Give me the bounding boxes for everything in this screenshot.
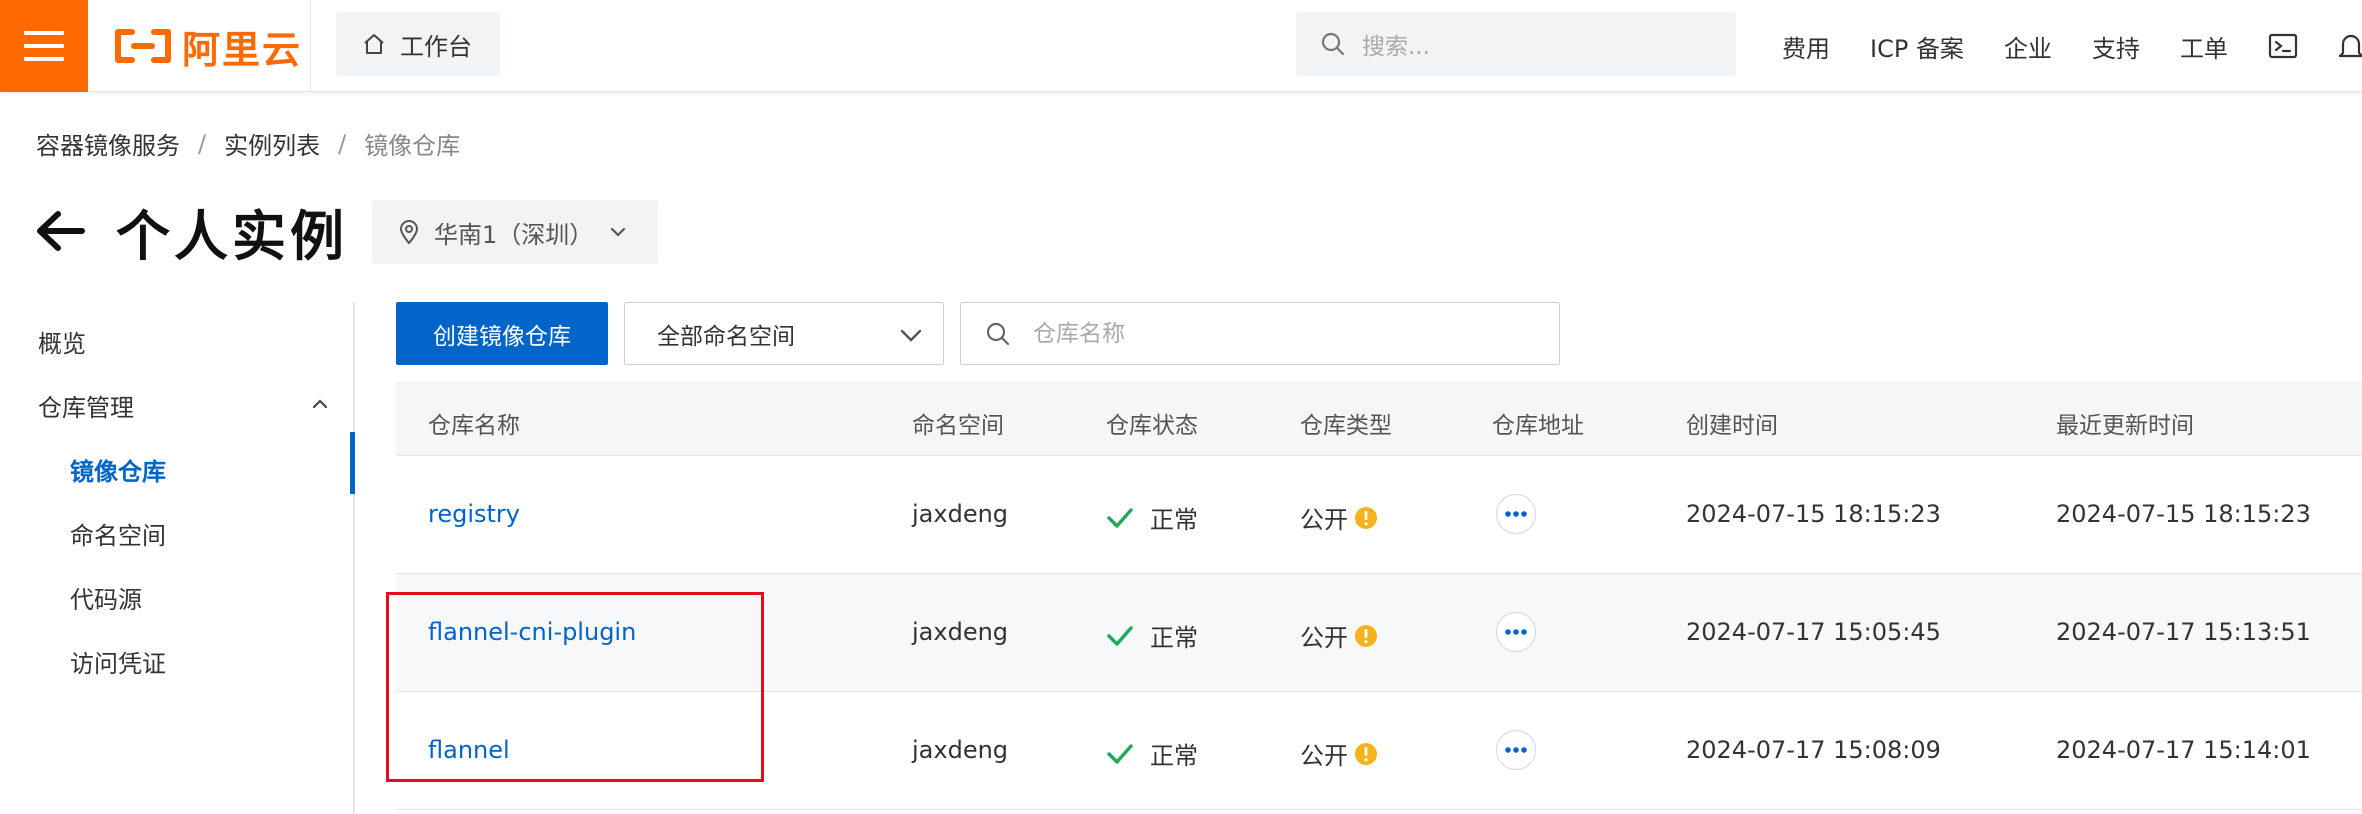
menu-icon[interactable] bbox=[0, 0, 88, 92]
header-divider bbox=[310, 0, 311, 92]
check-icon bbox=[1107, 743, 1133, 764]
workbench-button[interactable]: 工作台 bbox=[336, 12, 500, 76]
title-row: 个人实例 bbox=[34, 196, 348, 268]
sidebar-item-namespace[interactable]: 命名空间 bbox=[70, 516, 166, 551]
type-text: 公开 bbox=[1300, 624, 1348, 652]
repo-search-input[interactable] bbox=[1033, 320, 1513, 347]
breadcrumb: 容器镜像服务 / 实例列表 / 镜像仓库 bbox=[36, 126, 460, 161]
column-header-namespace: 命名空间 bbox=[912, 413, 1004, 439]
created-time-cell: 2024-07-15 18:15:23 bbox=[1686, 500, 1941, 528]
created-time-cell: 2024-07-17 15:08:09 bbox=[1686, 736, 1941, 764]
repo-name-link[interactable]: registry bbox=[428, 500, 520, 528]
warning-icon[interactable] bbox=[1354, 506, 1378, 530]
column-header-repo-name: 仓库名称 bbox=[428, 413, 520, 439]
region-selector[interactable]: 华南1（深圳） bbox=[372, 200, 658, 264]
more-dots-icon bbox=[1505, 747, 1527, 753]
check-icon bbox=[1107, 625, 1133, 646]
chevron-down-icon bbox=[900, 329, 922, 342]
type-text: 公开 bbox=[1300, 506, 1348, 534]
top-bar: 阿里云 工作台 搜索... 费用 ICP 备案 企业 支持 工单 bbox=[0, 0, 2362, 92]
more-options-button[interactable] bbox=[1496, 730, 1536, 770]
status-text: 正常 bbox=[1150, 742, 1198, 770]
column-header-address: 仓库地址 bbox=[1492, 413, 1584, 439]
logo[interactable]: 阿里云 bbox=[114, 20, 302, 72]
nav-ticket[interactable]: 工单 bbox=[2180, 29, 2228, 64]
status-text: 正常 bbox=[1150, 624, 1198, 652]
more-dots-icon bbox=[1505, 629, 1527, 635]
status-cell: 正常 bbox=[1106, 736, 1198, 771]
create-repo-button[interactable]: 创建镜像仓库 bbox=[396, 302, 608, 365]
type-cell: 公开 bbox=[1300, 500, 1378, 535]
global-search-input[interactable]: 搜索... bbox=[1296, 12, 1736, 76]
column-header-type: 仓库类型 bbox=[1300, 413, 1392, 439]
back-arrow-icon[interactable] bbox=[34, 209, 86, 253]
chevron-down-icon bbox=[611, 227, 626, 237]
namespace-cell: jaxdeng bbox=[912, 736, 1009, 764]
created-time-cell: 2024-07-17 15:05:45 bbox=[1686, 618, 1941, 646]
warning-icon[interactable] bbox=[1354, 624, 1378, 648]
table-header: 仓库名称 命名空间 仓库状态 仓库类型 仓库地址 创建时间 最近更新时间 bbox=[396, 382, 2362, 456]
column-header-updated: 最近更新时间 bbox=[2056, 413, 2194, 439]
sidebar-item-code-source[interactable]: 代码源 bbox=[70, 580, 142, 615]
repo-name-link[interactable]: flannel bbox=[428, 736, 510, 764]
nav-enterprise[interactable]: 企业 bbox=[2004, 29, 2052, 64]
global-search-placeholder: 搜索... bbox=[1362, 34, 1430, 60]
type-text: 公开 bbox=[1300, 742, 1348, 770]
search-icon bbox=[1321, 32, 1345, 56]
chevron-up-icon[interactable] bbox=[308, 392, 332, 416]
status-cell: 正常 bbox=[1106, 500, 1198, 535]
check-icon bbox=[1107, 507, 1133, 528]
bell-icon[interactable] bbox=[2338, 31, 2362, 61]
search-icon bbox=[986, 322, 1010, 345]
updated-time-cell: 2024-07-17 15:14:01 bbox=[2056, 736, 2311, 764]
sidebar-item-image-repo[interactable]: 镜像仓库 bbox=[70, 452, 166, 487]
more-dots-icon bbox=[1505, 511, 1527, 517]
home-icon bbox=[364, 34, 384, 54]
nav-icp[interactable]: ICP 备案 bbox=[1870, 29, 1964, 64]
table-row: flannel jaxdeng 正常 公开 2024-07-17 15:08:0… bbox=[396, 692, 2362, 810]
namespace-select-value: 全部命名空间 bbox=[657, 323, 795, 350]
warning-icon[interactable] bbox=[1354, 742, 1378, 766]
breadcrumb-separator: / bbox=[338, 129, 347, 158]
sidebar-divider bbox=[353, 302, 355, 814]
region-label: 华南1（深圳） bbox=[434, 220, 594, 249]
terminal-icon[interactable] bbox=[2268, 33, 2298, 59]
page-title: 个人实例 bbox=[116, 204, 348, 268]
updated-time-cell: 2024-07-17 15:13:51 bbox=[2056, 618, 2311, 646]
nav-support[interactable]: 支持 bbox=[2092, 29, 2140, 64]
column-header-status: 仓库状态 bbox=[1106, 413, 1198, 439]
more-options-button[interactable] bbox=[1496, 494, 1536, 534]
sidebar-item-overview[interactable]: 概览 bbox=[38, 324, 86, 359]
updated-time-cell: 2024-07-15 18:15:23 bbox=[2056, 500, 2311, 528]
status-text: 正常 bbox=[1150, 506, 1198, 534]
breadcrumb-item[interactable]: 实例列表 bbox=[224, 126, 320, 161]
top-nav: 费用 ICP 备案 企业 支持 工单 bbox=[1782, 0, 2362, 92]
logo-text: 阿里云 bbox=[182, 27, 303, 72]
table-row: flannel-cni-plugin jaxdeng 正常 公开 2024-07… bbox=[396, 574, 2362, 692]
table-row: registry jaxdeng 正常 公开 2024-07-15 18:15:… bbox=[396, 456, 2362, 574]
repo-search-field[interactable] bbox=[960, 302, 1560, 365]
sidebar-active-indicator bbox=[350, 432, 355, 494]
type-cell: 公开 bbox=[1300, 618, 1378, 653]
sidebar-group-repo-management[interactable]: 仓库管理 bbox=[38, 388, 134, 423]
sidebar-item-access-credential[interactable]: 访问凭证 bbox=[70, 644, 166, 679]
namespace-cell: jaxdeng bbox=[912, 618, 1009, 646]
repo-name-link[interactable]: flannel-cni-plugin bbox=[428, 618, 636, 646]
more-options-button[interactable] bbox=[1496, 612, 1536, 652]
column-header-created: 创建时间 bbox=[1686, 413, 1778, 439]
type-cell: 公开 bbox=[1300, 736, 1378, 771]
namespace-select[interactable]: 全部命名空间 bbox=[624, 302, 944, 365]
status-cell: 正常 bbox=[1106, 618, 1198, 653]
breadcrumb-current: 镜像仓库 bbox=[364, 132, 461, 160]
nav-billing[interactable]: 费用 bbox=[1782, 29, 1830, 64]
workbench-label: 工作台 bbox=[400, 32, 472, 61]
breadcrumb-item[interactable]: 容器镜像服务 bbox=[36, 126, 180, 161]
aliyun-logo-icon bbox=[115, 29, 171, 63]
namespace-cell: jaxdeng bbox=[912, 500, 1009, 528]
breadcrumb-separator: / bbox=[198, 129, 207, 158]
location-pin-icon bbox=[399, 220, 419, 245]
sidebar bbox=[0, 300, 355, 814]
